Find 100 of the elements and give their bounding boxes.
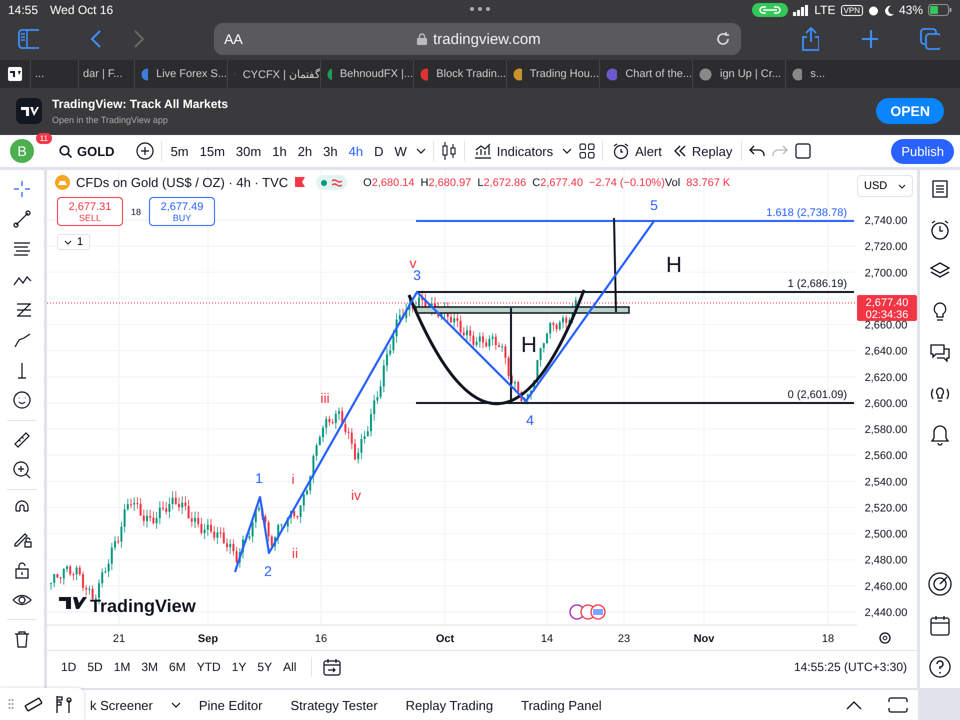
site-favicon-icon: [141, 68, 148, 80]
interval-tab[interactable]: 2h: [296, 144, 314, 158]
volume-key: Vol: [664, 176, 680, 188]
chevron-up-icon[interactable]: [846, 700, 862, 710]
open-button[interactable]: OPEN: [876, 98, 944, 124]
cup-curve[interactable]: [408, 289, 586, 406]
flag-pole-icon[interactable]: [54, 694, 74, 714]
drag-handle-icon[interactable]: [8, 698, 14, 710]
flag-icon[interactable]: [294, 176, 306, 189]
range-button[interactable]: 5Y: [253, 660, 276, 674]
layout-grid-icon[interactable]: [579, 143, 596, 159]
calendar-icon[interactable]: [929, 615, 951, 637]
battery-percent: 43%: [898, 3, 923, 17]
chat-icon[interactable]: [929, 342, 951, 364]
crosshair-icon[interactable]: [11, 178, 33, 200]
ohlc-value: 2,680.97: [428, 176, 472, 188]
browser-tab[interactable]: dar | F...: [78, 60, 134, 88]
alert-button[interactable]: Alert: [610, 142, 664, 160]
interval-tab[interactable]: 1h: [270, 144, 289, 158]
fib-level-label: 1.618 (2,738.78): [766, 207, 847, 219]
tabs-icon[interactable]: [920, 28, 940, 50]
interval-tab[interactable]: W: [392, 144, 409, 158]
candlestick-icon[interactable]: [440, 141, 457, 161]
replay-button[interactable]: Replay: [670, 144, 734, 158]
site-favicon-icon: [420, 68, 428, 80]
alarm-icon: [868, 4, 879, 16]
alarm-clock-icon[interactable]: [929, 219, 951, 241]
price-label: 2,460.00: [864, 580, 908, 593]
more-icon[interactable]: [469, 6, 491, 12]
smiley-icon[interactable]: [11, 389, 33, 412]
indicators-button[interactable]: Indicators: [472, 143, 556, 159]
tab-title: Live Forex S...: [156, 68, 227, 80]
browser-tab[interactable]: s...: [785, 60, 825, 88]
range-button[interactable]: 1D: [57, 660, 80, 674]
browser-tab[interactable]: ...: [30, 60, 78, 88]
buy-button[interactable]: 2,677.49 BUY: [149, 197, 216, 226]
range-button[interactable]: YTD: [192, 660, 225, 674]
caret-icon[interactable]: [416, 148, 426, 154]
tab-title: dar | F...: [83, 68, 123, 80]
bottom-tab[interactable]: Pine Editor: [188, 698, 272, 712]
add-symbol-icon[interactable]: [136, 142, 154, 160]
caret-icon[interactable]: [170, 702, 181, 708]
price-label: 2,720.00: [864, 241, 908, 254]
browser-tab[interactable]: BehnoudFX |...: [320, 60, 413, 88]
sidebar-icon[interactable]: [18, 29, 40, 49]
browser-tab[interactable]: Live Forex S...: [134, 60, 227, 88]
back-icon[interactable]: [89, 29, 102, 49]
browser-tab[interactable]: CYCFX | گفتمان: [227, 60, 320, 88]
browser-tab[interactable]: Block Tradin...: [413, 60, 506, 88]
interval-tab[interactable]: 5m: [168, 144, 191, 158]
reload-icon[interactable]: [715, 31, 732, 47]
bell-icon[interactable]: [929, 424, 951, 446]
browser-tab[interactable]: Trading Hou...: [506, 60, 599, 88]
fullscreen-icon[interactable]: [795, 143, 812, 159]
time-label: Sep: [198, 633, 218, 645]
bottom-tab[interactable]: Trading Panel: [511, 698, 612, 712]
range-button[interactable]: 1Y: [228, 660, 250, 674]
browser-tab[interactable]: Chart of the...: [599, 60, 692, 88]
browser-tab[interactable]: ign Up | Cr...: [692, 60, 785, 88]
calendar-icon[interactable]: [323, 658, 342, 676]
caret-icon[interactable]: [562, 148, 572, 154]
price-label: 2,580.00: [864, 424, 908, 436]
interval-tab[interactable]: 15m: [198, 144, 227, 158]
bottom-tab[interactable]: Strategy Tester: [280, 698, 388, 712]
address-bar[interactable]: AA tradingview.com: [214, 23, 742, 55]
bottom-tab[interactable]: Replay Trading: [396, 698, 504, 712]
maximize-icon[interactable]: [888, 697, 908, 713]
zoom-icon[interactable]: [11, 458, 33, 481]
currency-dropdown[interactable]: USD: [857, 175, 913, 197]
share-icon[interactable]: [801, 27, 819, 51]
interval-tab[interactable]: 4h: [346, 144, 366, 158]
time-label: Nov: [694, 633, 714, 645]
bottom-tab[interactable]: k Screener: [84, 698, 163, 712]
pattern-label: H: [666, 252, 682, 277]
indicators-toggle[interactable]: 1: [57, 234, 90, 250]
time-label: 18: [822, 633, 834, 645]
vertical-line[interactable]: [613, 218, 617, 312]
new-tab-icon[interactable]: [860, 29, 878, 49]
sell-button[interactable]: 2,677.31 SELL: [57, 197, 123, 226]
range-button[interactable]: 5D: [83, 660, 107, 674]
zone-rectangle[interactable]: [415, 306, 630, 314]
channel-icon[interactable]: [24, 695, 44, 713]
settings-icon[interactable]: [879, 632, 891, 644]
range-button[interactable]: 1M: [110, 660, 134, 674]
help-icon[interactable]: [929, 656, 951, 678]
event-icon[interactable]: [569, 604, 606, 620]
target-icon[interactable]: [928, 572, 952, 596]
symbol-search[interactable]: GOLD: [57, 144, 117, 158]
range-button[interactable]: 3M: [137, 660, 162, 674]
undo-icon[interactable]: [749, 145, 766, 157]
interval-tab[interactable]: D: [372, 144, 386, 158]
trend-line-icon[interactable]: [11, 208, 33, 230]
range-button[interactable]: 6M: [165, 660, 190, 674]
text-size-control[interactable]: AA: [224, 31, 243, 47]
publish-button[interactable]: Publish: [891, 138, 954, 164]
interval-tab[interactable]: 30m: [234, 144, 264, 158]
time-label: Oct: [436, 633, 454, 645]
interval-tab[interactable]: 3h: [321, 144, 340, 158]
range-button[interactable]: All: [279, 660, 300, 674]
chart-icon: [474, 143, 492, 159]
